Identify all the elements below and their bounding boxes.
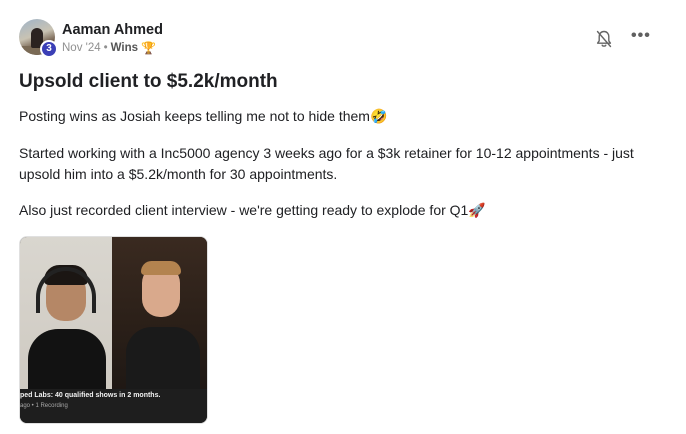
post-paragraph: Posting wins as Josiah keeps telling me … <box>19 108 388 124</box>
post-paragraph: Also just recorded client interview - we… <box>19 202 486 218</box>
person-left-body <box>28 329 106 389</box>
author-avatar[interactable]: 3 <box>19 19 58 58</box>
video-pane-left <box>20 237 112 389</box>
author-name[interactable]: Aaman Ahmed <box>62 22 163 38</box>
post-title[interactable]: Upsold client to $5.2k/month <box>19 71 278 93</box>
post-category[interactable]: Wins <box>111 42 138 54</box>
video-thumbnail[interactable]: ped Labs: 40 qualified shows in 2 months… <box>19 236 208 424</box>
post-header: 3 Aaman Ahmed Nov '24 • Wins 🏆 ••• <box>19 19 659 59</box>
post-paragraph: Started working with a Inc5000 agency 3 … <box>19 145 634 182</box>
video-caption: ped Labs: 40 qualified shows in 2 months… <box>20 392 161 399</box>
more-options-icon[interactable]: ••• <box>631 28 651 45</box>
bell-off-icon[interactable] <box>595 29 613 49</box>
post-date: Nov '24 <box>62 42 101 54</box>
video-subcaption: ago • 1 Recording <box>20 403 68 409</box>
headphones <box>36 267 96 313</box>
post-meta: Nov '24 • Wins 🏆 <box>62 41 156 55</box>
trophy-icon: 🏆 <box>141 41 156 55</box>
level-badge: 3 <box>40 40 58 58</box>
person-right-hair <box>141 261 181 275</box>
meta-separator: • <box>103 42 108 54</box>
person-right-body <box>126 327 200 389</box>
